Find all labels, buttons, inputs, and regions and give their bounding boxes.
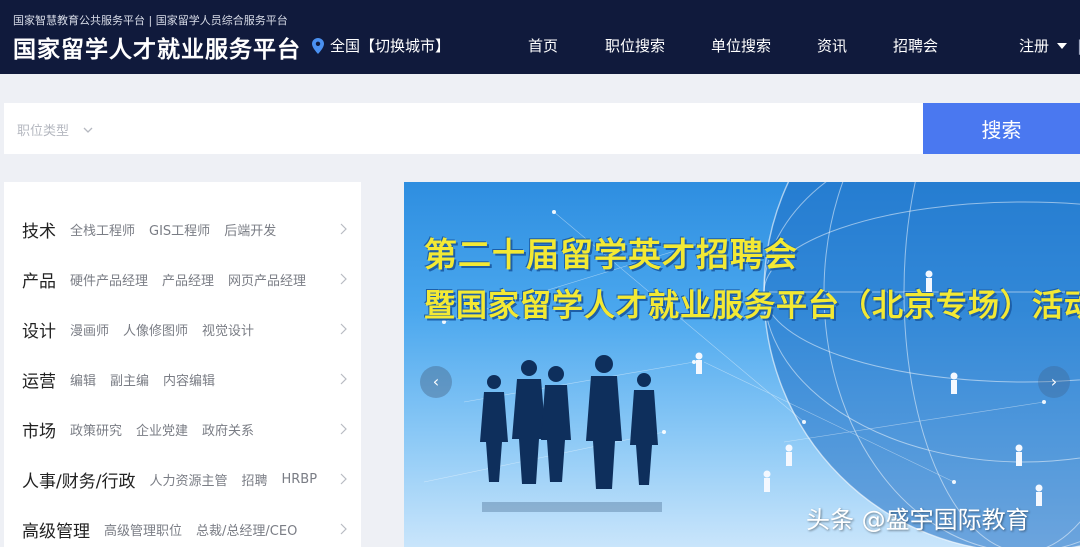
top-header: 国家智慧教育公共服务平台 | 国家留学人员综合服务平台 国家留学人才就业服务平台… <box>0 0 1080 74</box>
nav-company-search[interactable]: 单位搜索 <box>711 35 771 56</box>
site-title[interactable]: 国家留学人才就业服务平台 <box>13 30 301 64</box>
chevron-right-icon <box>340 523 347 535</box>
search-button[interactable]: 搜索 <box>923 103 1080 154</box>
category-name[interactable]: 技术 <box>22 217 56 242</box>
carousel-prev-button[interactable]: ‹ <box>420 366 452 398</box>
register-dropdown[interactable]: 注册 | <box>1019 35 1080 56</box>
category-tag[interactable]: 企业党建 <box>136 420 188 439</box>
chevron-right-icon <box>340 323 347 335</box>
banner-carousel[interactable]: 第二十届留学英才招聘会 暨国家留学人才就业服务平台（北京专场）活动 ‹ › 头条… <box>404 182 1080 547</box>
banner-headline-line1: 第二十届留学英才招聘会 <box>424 235 798 274</box>
category-name[interactable]: 人事/财务/行政 <box>22 467 135 492</box>
category-tag[interactable]: 招聘 <box>241 470 267 489</box>
category-row-product[interactable]: 产品 硬件产品经理 产品经理 网页产品经理 <box>4 254 361 304</box>
banner-headline-line2: 暨国家留学人才就业服务平台（北京专场）活动 <box>424 288 1080 324</box>
city-switcher[interactable]: 全国【切换城市】 <box>312 35 450 56</box>
chevron-right-icon <box>340 273 347 285</box>
category-row-design[interactable]: 设计 漫画师 人像修图师 视觉设计 <box>4 304 361 354</box>
nav-home[interactable]: 首页 <box>528 35 558 56</box>
chevron-right-icon <box>340 473 347 485</box>
nav-job-fair[interactable]: 招聘会 <box>893 35 938 56</box>
location-pin-icon <box>312 37 324 54</box>
category-tag[interactable]: 高级管理职位 <box>104 520 182 539</box>
register-label: 注册 <box>1019 37 1050 55</box>
job-category-panel: 技术 全栈工程师 GIS工程师 后端开发 产品 硬件产品经理 产品经理 网页产品… <box>4 182 361 547</box>
category-tag[interactable]: 视觉设计 <box>202 320 254 339</box>
category-name[interactable]: 运营 <box>22 367 56 392</box>
category-row-hr-finance-admin[interactable]: 人事/财务/行政 人力资源主管 招聘 HRBP <box>4 454 361 504</box>
category-name[interactable]: 市场 <box>22 417 56 442</box>
category-name[interactable]: 产品 <box>22 267 56 292</box>
category-tag[interactable]: 内容编辑 <box>163 370 215 389</box>
search-bar: 职位类型 搜索 <box>4 103 1080 154</box>
category-row-marketing[interactable]: 市场 政策研究 企业党建 政府关系 <box>4 404 361 454</box>
chevron-down-icon <box>83 127 93 133</box>
category-tag[interactable]: GIS工程师 <box>149 220 210 239</box>
carousel-next-button[interactable]: › <box>1038 366 1070 398</box>
category-tag[interactable]: 网页产品经理 <box>228 270 306 289</box>
job-type-select[interactable]: 职位类型 <box>17 120 93 139</box>
caret-down-icon <box>1057 42 1068 49</box>
category-row-tech[interactable]: 技术 全栈工程师 GIS工程师 后端开发 <box>4 204 361 254</box>
category-tag[interactable]: 编辑 <box>70 370 96 389</box>
category-tag[interactable]: 总裁/总经理/CEO <box>196 520 297 539</box>
category-name[interactable]: 高级管理 <box>22 517 90 542</box>
category-tag[interactable]: 全栈工程师 <box>70 220 135 239</box>
category-tag[interactable]: 人像修图师 <box>123 320 188 339</box>
category-tag[interactable]: 硬件产品经理 <box>70 270 148 289</box>
category-tag[interactable]: HRBP <box>282 472 318 487</box>
search-input[interactable] <box>124 111 914 147</box>
category-tag[interactable]: 副主编 <box>110 370 149 389</box>
category-tag[interactable]: 漫画师 <box>70 320 109 339</box>
job-type-label: 职位类型 <box>17 124 70 139</box>
nav-job-search[interactable]: 职位搜索 <box>605 35 665 56</box>
city-label: 全国【切换城市】 <box>330 37 451 55</box>
chevron-right-icon <box>340 423 347 435</box>
category-row-senior-management[interactable]: 高级管理 高级管理职位 总裁/总经理/CEO <box>4 504 361 547</box>
category-row-operations[interactable]: 运营 编辑 副主编 内容编辑 <box>4 354 361 404</box>
category-name[interactable]: 设计 <box>22 317 56 342</box>
category-tag[interactable]: 产品经理 <box>162 270 214 289</box>
platform-subtitle: 国家智慧教育公共服务平台 | 国家留学人员综合服务平台 <box>13 14 288 27</box>
category-tag[interactable]: 政策研究 <box>70 420 122 439</box>
category-tag[interactable]: 后端开发 <box>224 220 276 239</box>
chevron-right-icon <box>340 373 347 385</box>
chevron-right-icon <box>340 223 347 235</box>
watermark: 头条 @盛宇国际教育 <box>806 506 1030 534</box>
nav-news[interactable]: 资讯 <box>817 35 847 56</box>
category-tag[interactable]: 人力资源主管 <box>149 470 227 489</box>
category-tag[interactable]: 政府关系 <box>202 420 254 439</box>
